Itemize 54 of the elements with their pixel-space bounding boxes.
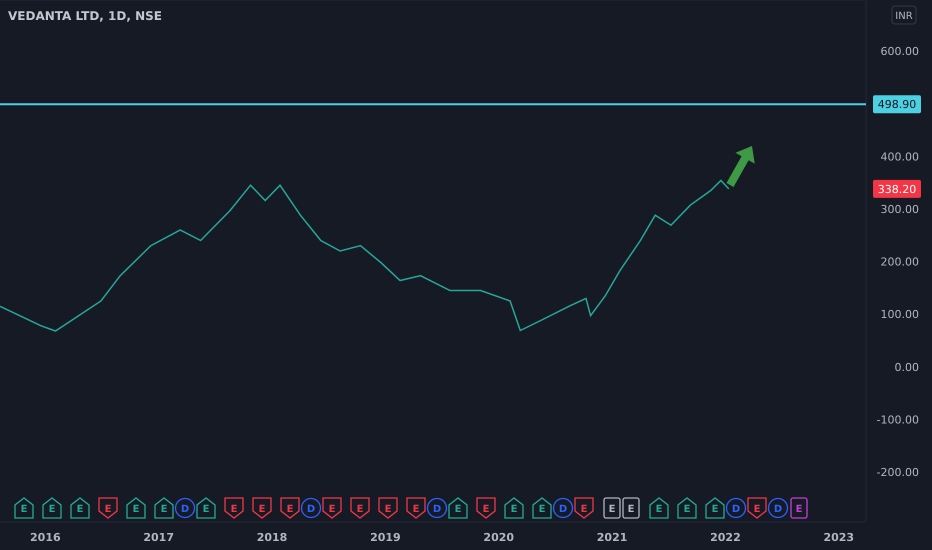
price-axis-label: 400.00 xyxy=(880,150,919,164)
horizontal-line[interactable] xyxy=(0,103,866,106)
earnings-marker[interactable]: E xyxy=(350,497,370,519)
earnings-marker[interactable]: E xyxy=(532,497,552,519)
dividend-marker[interactable]: D xyxy=(553,497,573,519)
earnings-marker[interactable]: E xyxy=(98,497,118,519)
earnings-marker[interactable]: E xyxy=(504,497,524,519)
time-axis-label: 2020 xyxy=(483,531,514,544)
dividend-marker[interactable]: D xyxy=(301,497,321,519)
time-axis-label: 2021 xyxy=(596,531,628,544)
earnings-marker[interactable]: E xyxy=(602,497,622,519)
time-axis-label: 2023 xyxy=(823,531,854,544)
price-axis-label: 300.00 xyxy=(880,202,919,216)
earnings-marker[interactable]: E xyxy=(789,497,809,519)
earnings-marker[interactable]: E xyxy=(70,497,90,519)
dividend-marker[interactable]: D xyxy=(726,497,746,519)
earnings-marker[interactable]: E xyxy=(649,497,669,519)
earnings-marker[interactable]: E xyxy=(747,497,767,519)
price-axis-label: 200.00 xyxy=(880,256,919,269)
currency-badge[interactable]: INR xyxy=(892,6,916,24)
earnings-marker[interactable]: E xyxy=(677,497,697,519)
price-label: 498.90 xyxy=(873,95,921,114)
earnings-marker[interactable]: E xyxy=(476,497,496,519)
time-axis-label: 2016 xyxy=(30,531,61,544)
price-axis-label: 600.00 xyxy=(880,45,919,58)
earnings-marker[interactable]: E xyxy=(621,497,641,519)
dividend-marker[interactable]: D xyxy=(427,497,447,519)
earnings-marker[interactable]: E xyxy=(322,497,342,519)
earnings-marker[interactable]: E xyxy=(448,497,468,519)
time-axis-label: 2017 xyxy=(143,531,174,544)
earnings-marker[interactable]: E xyxy=(574,497,594,519)
earnings-marker[interactable]: E xyxy=(378,497,398,519)
chart-title: VEDANTA LTD, 1D, NSE xyxy=(8,9,162,23)
dividend-marker[interactable]: D xyxy=(768,497,788,519)
price-axis-label: -100.00 xyxy=(876,413,919,426)
arrow[interactable] xyxy=(726,146,755,187)
earnings-marker[interactable]: E xyxy=(42,497,62,519)
price-axis-label: 100.00 xyxy=(880,308,919,322)
price-label: 338.20 xyxy=(873,180,921,198)
time-axis-label: 2018 xyxy=(256,531,288,544)
time-axis-label: 2022 xyxy=(710,531,741,544)
earnings-marker[interactable]: E xyxy=(280,497,300,519)
earnings-marker[interactable]: E xyxy=(252,497,272,519)
earnings-marker[interactable]: E xyxy=(14,497,34,519)
earnings-marker[interactable]: E xyxy=(196,497,216,519)
time-axis-label: 2019 xyxy=(370,531,401,544)
price-axis-label: 0.00 xyxy=(894,360,919,374)
earnings-marker[interactable]: E xyxy=(705,497,725,519)
dividend-marker[interactable]: D xyxy=(175,497,195,519)
earnings-marker[interactable]: E xyxy=(126,497,146,519)
earnings-marker[interactable]: E xyxy=(224,497,244,519)
earnings-marker[interactable]: E xyxy=(154,497,174,519)
price-axis-label: -200.00 xyxy=(876,466,919,479)
earnings-marker[interactable]: E xyxy=(406,497,426,519)
